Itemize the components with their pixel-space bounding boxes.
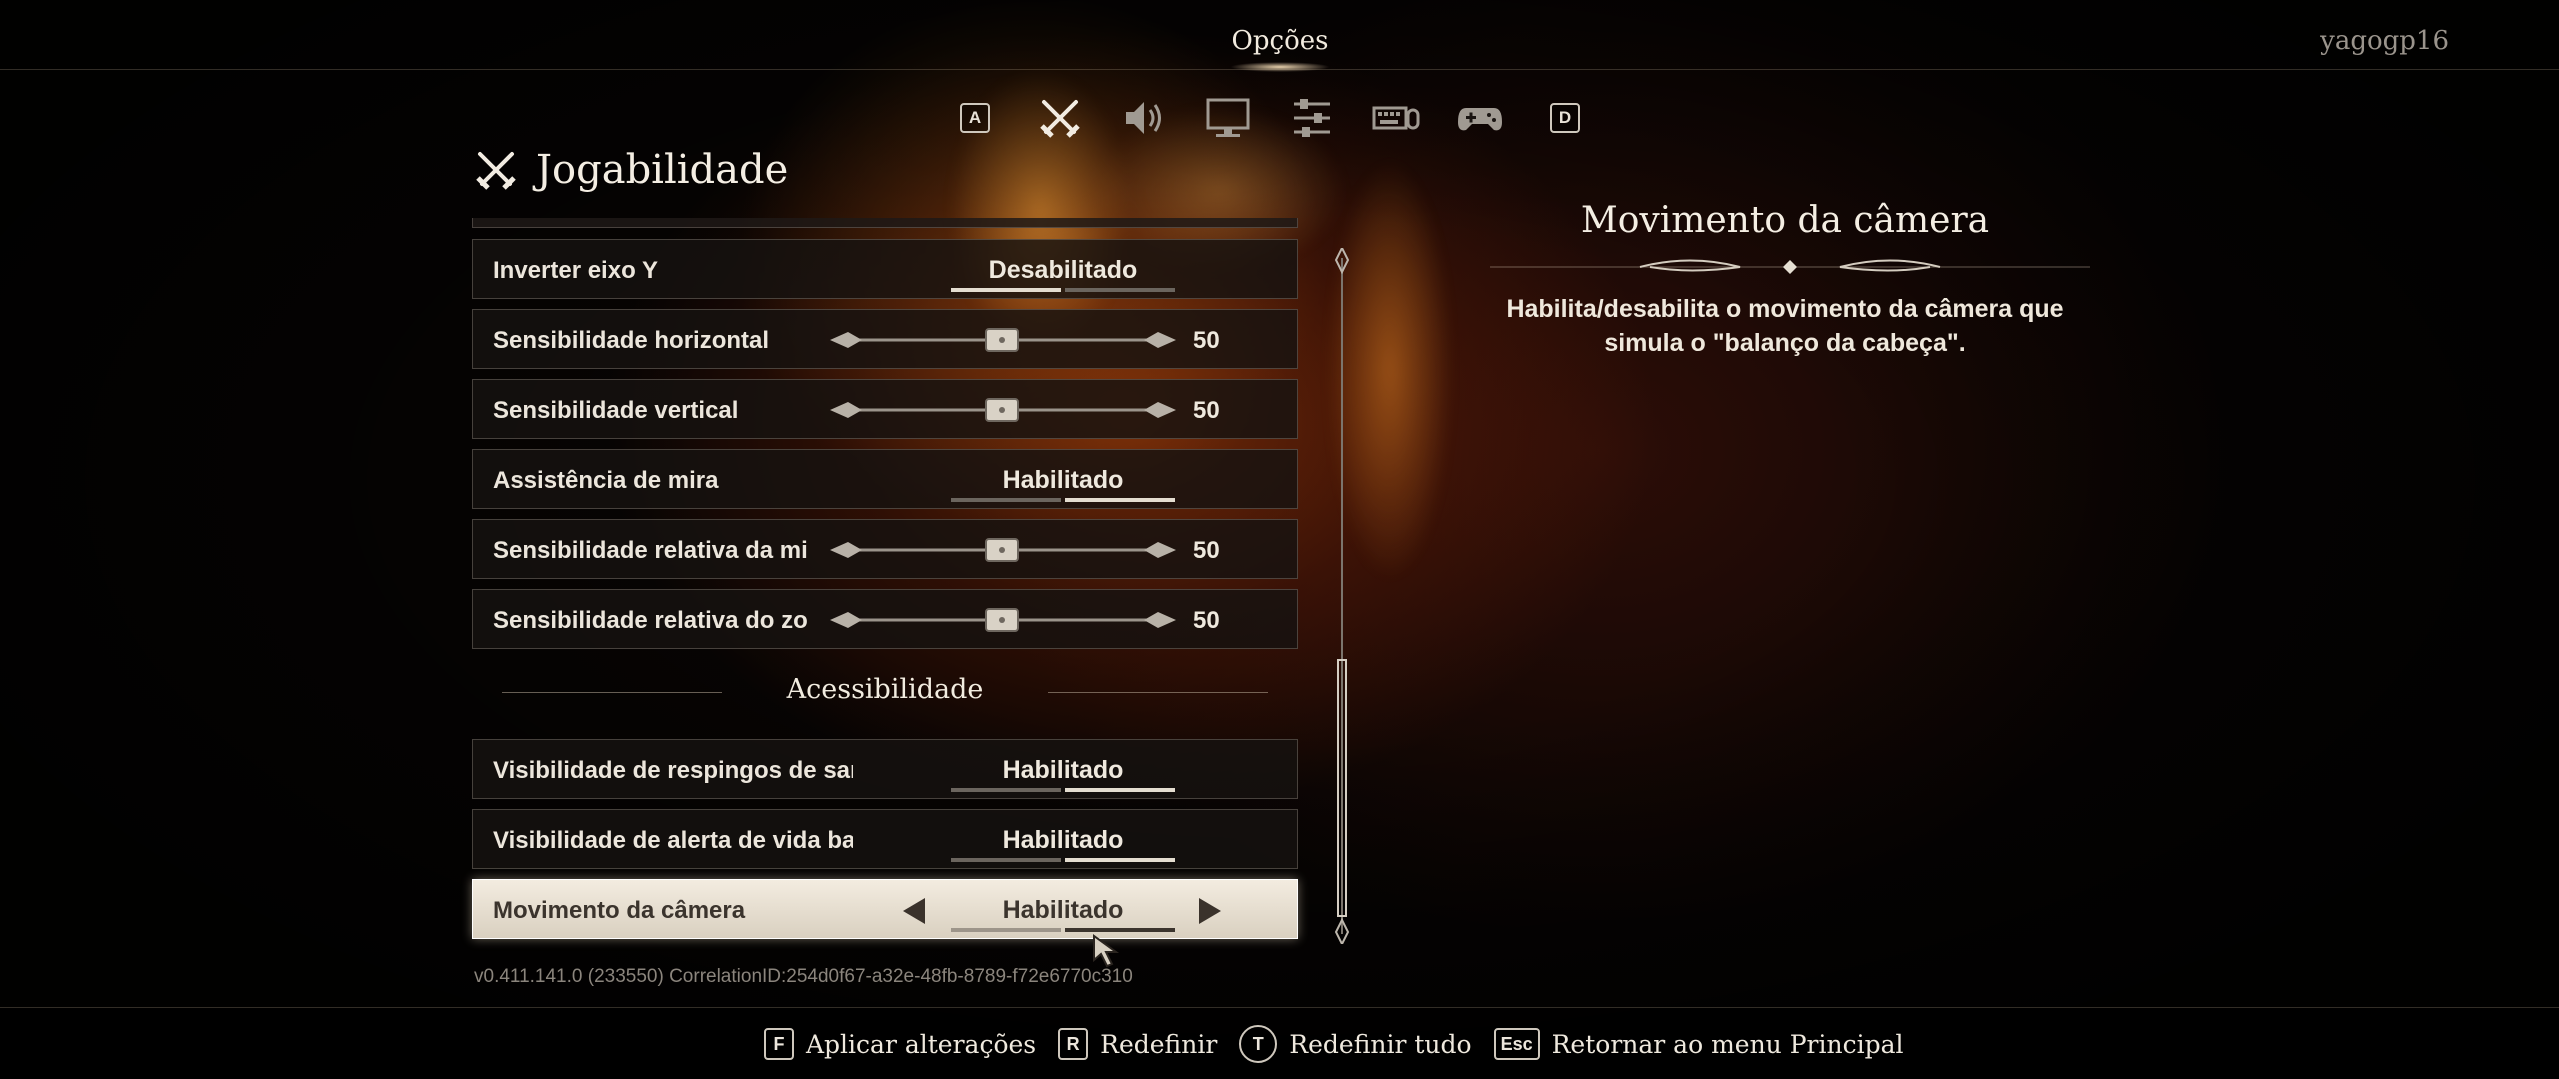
toggle-value[interactable]: Habilitado bbox=[953, 466, 1173, 495]
setting-label: Inverter eixo Y bbox=[493, 257, 658, 284]
setting-row-aim-assist[interactable]: Assistência de mira Habilitado bbox=[472, 449, 1298, 509]
section-divider-right bbox=[1048, 692, 1268, 693]
hint-label: Aplicar alterações bbox=[806, 1029, 1037, 1059]
version-text: v0.411.141.0 (233550) CorrelationID:254d… bbox=[474, 966, 1133, 987]
keyboard-mouse-icon[interactable] bbox=[1354, 88, 1438, 148]
slider-value: 50 bbox=[1193, 397, 1220, 424]
sensitivity-slider[interactable] bbox=[828, 324, 1178, 356]
setting-row-camera-movement[interactable]: Movimento da câmera Habilitado bbox=[472, 879, 1298, 939]
page-title-text: Jogabilidade bbox=[536, 147, 789, 193]
key-hints: F Aplicar alterações R Redefinir T Redef… bbox=[764, 1024, 1926, 1064]
reset-all-hint[interactable]: T Redefinir tudo bbox=[1239, 1025, 1472, 1063]
setting-row-relative-zoom-sensitivity[interactable]: Sensibilidade relativa do zo 50 bbox=[472, 589, 1298, 649]
setting-label: Assistência de mira bbox=[493, 467, 719, 494]
sensitivity-slider[interactable] bbox=[828, 604, 1178, 636]
hint-label: Redefinir bbox=[1100, 1029, 1218, 1059]
key-esc: Esc bbox=[1493, 1028, 1540, 1060]
arrow-left-icon[interactable] bbox=[903, 898, 925, 924]
toggle-indicator bbox=[951, 498, 1175, 502]
setting-label: Sensibilidade vertical bbox=[493, 397, 739, 424]
apply-changes-hint[interactable]: F Aplicar alterações bbox=[764, 1028, 1036, 1060]
key-r: R bbox=[1058, 1028, 1089, 1060]
setting-row-vertical-sensitivity[interactable]: Sensibilidade vertical 50 bbox=[472, 379, 1298, 439]
crossed-swords-icon bbox=[476, 152, 516, 190]
next-tab-key[interactable]: D bbox=[1550, 103, 1580, 133]
hint-label: Retornar ao menu Principal bbox=[1551, 1029, 1904, 1059]
toggle-indicator bbox=[951, 788, 1175, 792]
section-title: Acessibilidade bbox=[786, 674, 984, 705]
clipped-row bbox=[472, 218, 1298, 228]
arrow-right-icon[interactable] bbox=[1199, 898, 1221, 924]
info-title: Movimento da câmera bbox=[1580, 200, 1990, 241]
setting-label: Movimento da câmera bbox=[493, 897, 746, 924]
gamepad-icon[interactable] bbox=[1438, 88, 1522, 148]
settings-scrollbar[interactable] bbox=[1332, 248, 1352, 944]
toggle-value[interactable]: Habilitado bbox=[953, 826, 1173, 855]
crossed-swords-icon[interactable] bbox=[1018, 88, 1102, 148]
monitor-icon[interactable] bbox=[1186, 88, 1270, 148]
setting-label: Sensibilidade relativa da mi bbox=[493, 537, 808, 564]
section-divider-left bbox=[502, 692, 722, 693]
slider-value: 50 bbox=[1193, 607, 1220, 634]
toggle-indicator bbox=[951, 928, 1175, 932]
hint-label: Redefinir tudo bbox=[1289, 1029, 1472, 1059]
slider-value: 50 bbox=[1193, 327, 1220, 354]
setting-row-relative-aim-sensitivity[interactable]: Sensibilidade relativa da mi 50 bbox=[472, 519, 1298, 579]
screen-title: Opções bbox=[1231, 26, 1329, 56]
username: yagogp16 bbox=[2320, 26, 2449, 56]
section-header-accessibility: Acessibilidade bbox=[472, 672, 1298, 712]
setting-row-horizontal-sensitivity[interactable]: Sensibilidade horizontal 50 bbox=[472, 309, 1298, 369]
title-glow bbox=[1230, 62, 1330, 72]
setting-label: Sensibilidade relativa do zo bbox=[493, 607, 808, 634]
sensitivity-slider[interactable] bbox=[828, 394, 1178, 426]
toggle-value[interactable]: Desabilitado bbox=[953, 256, 1173, 285]
toggle-value[interactable]: Habilitado bbox=[953, 756, 1173, 785]
toggle-indicator bbox=[951, 288, 1175, 292]
ornament-divider bbox=[1490, 259, 2090, 274]
setting-row-low-health-alert[interactable]: Visibilidade de alerta de vida baix Habi… bbox=[472, 809, 1298, 869]
speaker-icon[interactable] bbox=[1102, 88, 1186, 148]
prev-tab-key[interactable]: A bbox=[960, 103, 990, 133]
mouse-cursor-icon bbox=[1093, 934, 1120, 968]
reset-hint[interactable]: R Redefinir bbox=[1058, 1028, 1217, 1060]
setting-label: Visibilidade de respingos de sang bbox=[493, 757, 853, 784]
top-bar: Opções yagogp16 bbox=[0, 0, 2559, 72]
sensitivity-slider[interactable] bbox=[828, 534, 1178, 566]
setting-label: Visibilidade de alerta de vida baix bbox=[493, 827, 853, 854]
setting-label: Sensibilidade horizontal bbox=[493, 327, 770, 354]
toggle-value[interactable]: Habilitado bbox=[953, 896, 1173, 925]
toggle-indicator bbox=[951, 858, 1175, 862]
category-tabs: A D bbox=[960, 88, 1580, 148]
page-title: Jogabilidade bbox=[472, 146, 788, 194]
return-main-menu-hint[interactable]: Esc Retornar ao menu Principal bbox=[1493, 1028, 1904, 1060]
key-t: T bbox=[1239, 1025, 1278, 1063]
setting-row-blood-visibility[interactable]: Visibilidade de respingos de sang Habili… bbox=[472, 739, 1298, 799]
info-description: Habilita/desabilita o movimento da câmer… bbox=[1506, 295, 2064, 357]
slider-value: 50 bbox=[1193, 537, 1220, 564]
sliders-icon[interactable] bbox=[1270, 88, 1354, 148]
key-f: F bbox=[764, 1028, 794, 1060]
setting-row-invert-y[interactable]: Inverter eixo Y Desabilitado bbox=[472, 239, 1298, 299]
